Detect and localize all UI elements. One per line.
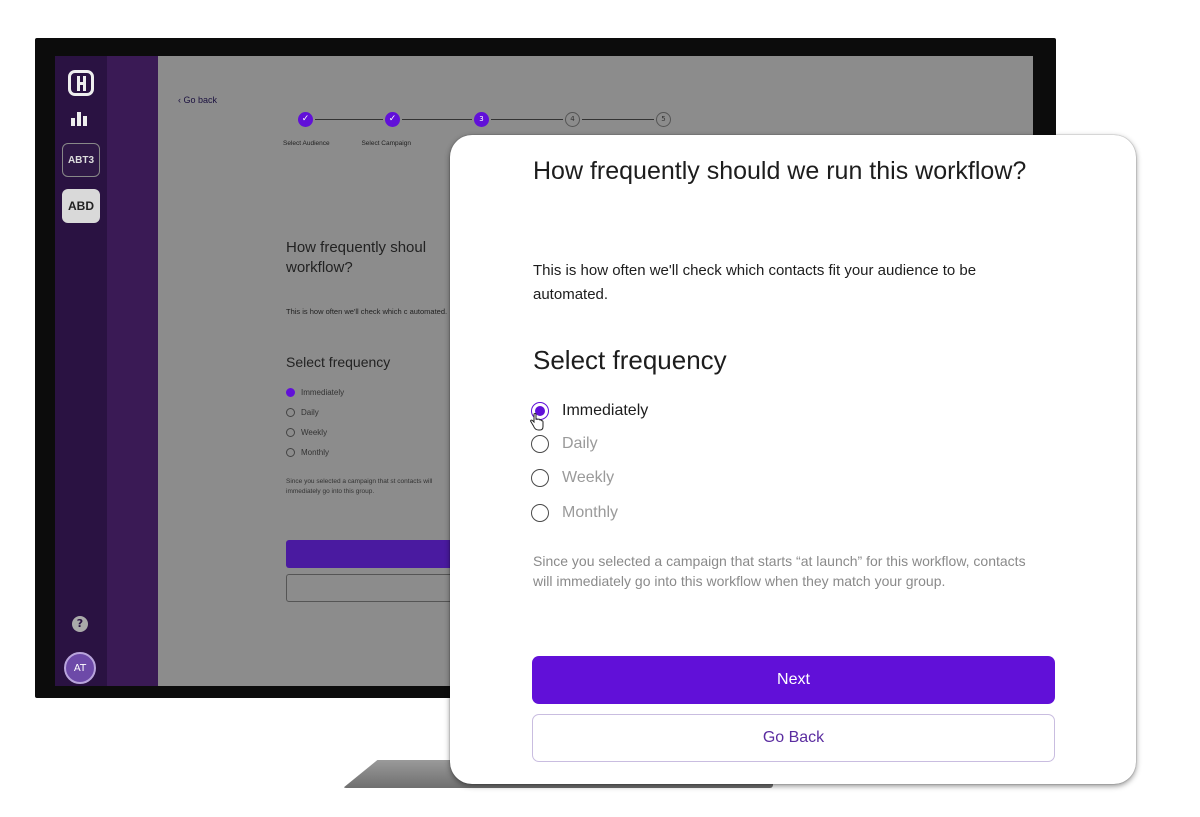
app-logo-icon[interactable] (68, 70, 94, 96)
step-4-indicator: 4 (565, 112, 580, 127)
radio-empty-icon[interactable] (531, 504, 549, 522)
radio-option-monthly[interactable]: Monthly (531, 502, 618, 524)
radio-weekly[interactable]: Weekly (286, 428, 327, 437)
section-heading: Select frequency (533, 345, 727, 375)
radio-label: Daily (301, 408, 319, 417)
step-3-indicator: 3 (474, 112, 489, 127)
step-connector (402, 119, 472, 120)
radio-option-immediately[interactable]: Immediately (531, 400, 648, 422)
radio-empty-icon[interactable] (531, 435, 549, 453)
go-back-button[interactable]: Go Back (532, 714, 1055, 762)
radio-empty-icon[interactable] (531, 469, 549, 487)
helper-note: Since you selected a campaign that st co… (286, 478, 433, 495)
page-description: This is how often we'll check which c au… (286, 307, 448, 316)
go-back-button[interactable] (286, 574, 456, 602)
pointer-hand-cursor-icon (529, 413, 544, 431)
step-1-check-icon: ✓ (298, 112, 313, 127)
go-back-link[interactable]: ‹ Go back (178, 95, 217, 105)
radio-option-weekly[interactable]: Weekly (531, 467, 614, 489)
step-label: Select Audience (283, 140, 330, 147)
section-heading: Select frequency (286, 354, 391, 370)
radio-option-daily[interactable]: Daily (531, 433, 598, 455)
step-label: Select Campaign (361, 140, 411, 147)
stepper: ✓ ✓ 3 4 5 (298, 112, 678, 132)
radio-label: Immediately (562, 402, 649, 419)
primary-sidebar: ABT3 ABD ? AT (55, 56, 107, 686)
user-avatar[interactable]: AT (64, 652, 96, 684)
radio-label: Weekly (562, 469, 615, 486)
help-icon[interactable]: ? (72, 616, 88, 632)
radio-label: Immediately (301, 388, 345, 397)
step-connector (315, 119, 383, 120)
next-button[interactable] (286, 540, 456, 568)
workspace-badge[interactable]: ABT3 (62, 143, 100, 177)
page-description: This is how often we'll check which cont… (533, 262, 977, 303)
page-title: How frequently should we run this workfl… (533, 157, 1027, 185)
radio-label: Weekly (301, 428, 328, 437)
secondary-sidebar (107, 56, 203, 686)
next-button[interactable]: Next (532, 656, 1055, 704)
step-2-check-icon: ✓ (385, 112, 400, 127)
radio-daily[interactable]: Daily (286, 408, 319, 417)
step-labels: Select Audience Select Campaign (283, 140, 441, 147)
helper-note: Since you selected a campaign that start… (533, 553, 1026, 589)
zoomed-frequency-card: How frequently should we run this workfl… (450, 135, 1136, 784)
step-5-indicator: 5 (656, 112, 671, 127)
analytics-icon[interactable] (71, 110, 91, 126)
workspace-badge-active[interactable]: ABD (62, 189, 100, 223)
radio-monthly[interactable]: Monthly (286, 448, 329, 457)
radio-label: Monthly (562, 504, 619, 521)
radio-label: Daily (562, 435, 598, 452)
step-connector (491, 119, 563, 120)
step-connector (582, 119, 654, 120)
radio-immediately[interactable]: Immediately (286, 388, 344, 397)
radio-label: Monthly (301, 448, 330, 457)
